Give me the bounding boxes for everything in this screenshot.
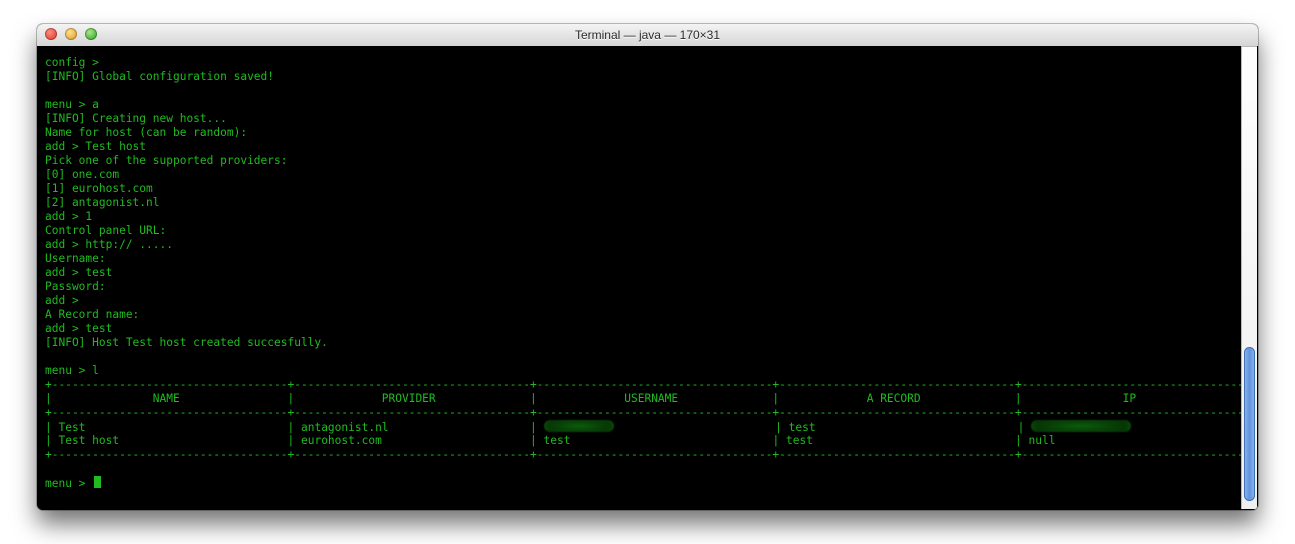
window-title: Terminal — java — 170×31 [37,24,1258,46]
terminal-line: +-----------------------------------+---… [45,448,1250,462]
terminal-line: | NAME | PROVIDER | USERNAME | A RECORD … [45,392,1250,406]
terminal-line: add > test [45,266,1250,280]
terminal-line: | Test | antagonist.nl | | test | | [45,420,1250,434]
terminal-line: [INFO] Global configuration saved! [45,70,1250,84]
terminal-line: [0] one.com [45,168,1250,182]
terminal-line: Name for host (can be random): [45,126,1250,140]
terminal-line: [1] eurohost.com [45,182,1250,196]
traffic-lights [45,28,97,40]
terminal-line: add > 1 [45,210,1250,224]
scroll-thumb[interactable] [1244,347,1255,501]
terminal-line: add > [45,294,1250,308]
redacted-value [1031,420,1131,432]
terminal-line: Username: [45,252,1250,266]
terminal-body[interactable]: config >[INFO] Global configuration save… [37,46,1258,510]
terminal-line: menu > a [45,98,1250,112]
cursor [94,476,101,488]
terminal-line: Pick one of the supported providers: [45,154,1250,168]
terminal-line: menu > l [45,364,1250,378]
terminal-line: [INFO] Host Test host created succesfull… [45,336,1250,350]
redacted-value [544,420,614,432]
terminal-line: +-----------------------------------+---… [45,378,1250,392]
terminal-line: Password: [45,280,1250,294]
terminal-line: Control panel URL: [45,224,1250,238]
terminal-line: | Test host | eurohost.com | test | test… [45,434,1250,448]
terminal-line [45,462,1250,476]
minimize-icon[interactable] [65,28,77,40]
terminal-line: add > http:// ..... [45,238,1250,252]
zoom-icon[interactable] [85,28,97,40]
terminal-window: Terminal — java — 170×31 config >[INFO] … [37,24,1258,510]
terminal-line: add > Test host [45,140,1250,154]
terminal-line: A Record name: [45,308,1250,322]
terminal-line: menu > [45,476,1250,490]
close-icon[interactable] [45,28,57,40]
terminal-line [45,350,1250,364]
terminal-line: [2] antagonist.nl [45,196,1250,210]
terminal-line: add > test [45,322,1250,336]
terminal-line: +-----------------------------------+---… [45,406,1250,420]
titlebar: Terminal — java — 170×31 [37,24,1258,47]
terminal-line [45,84,1250,98]
terminal-line: [INFO] Creating new host... [45,112,1250,126]
terminal-line: config > [45,56,1250,70]
scrollbar[interactable] [1241,46,1257,509]
